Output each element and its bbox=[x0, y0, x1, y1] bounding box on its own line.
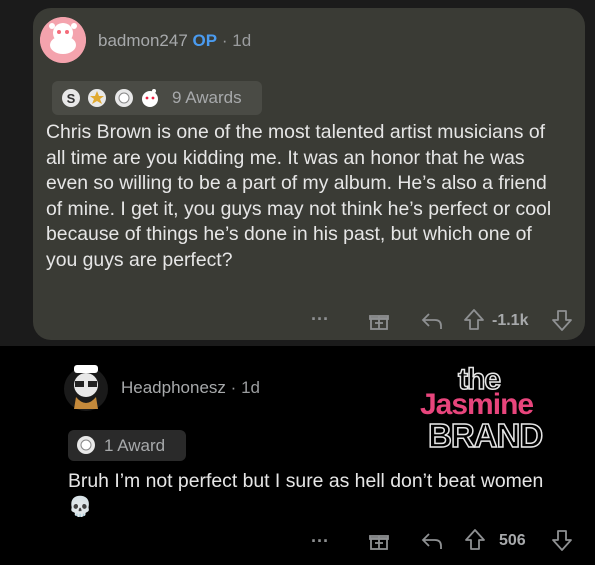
wholesome-award-icon bbox=[115, 89, 133, 107]
downvote-icon[interactable] bbox=[551, 308, 573, 332]
upvote-icon[interactable] bbox=[464, 528, 486, 552]
upvote-icon[interactable] bbox=[463, 308, 485, 332]
reddit-award-icon bbox=[142, 89, 158, 107]
reply-score: 506 bbox=[499, 532, 526, 549]
silver-award-icon: S bbox=[62, 89, 80, 107]
reply-awards-count: 1 Award bbox=[104, 436, 166, 455]
reply-body-text: Bruh I’m not perfect but I sure as hell … bbox=[68, 470, 544, 492]
gift-icon[interactable] bbox=[368, 310, 390, 332]
downvote-icon[interactable] bbox=[551, 528, 573, 552]
watermark-logo: the Jasmine BRAND bbox=[420, 362, 570, 460]
reply-comment-body: Bruh I’m not perfect but I sure as hell … bbox=[68, 468, 568, 520]
reply-username[interactable]: Headphonesz bbox=[121, 378, 226, 397]
reply-username-line: Headphonesz · 1d bbox=[121, 378, 260, 398]
watermark-brand: BRAND bbox=[427, 416, 544, 455]
op-timestamp: 1d bbox=[232, 31, 252, 50]
skull-icon: 💀 bbox=[68, 496, 93, 518]
op-score: -1.1k bbox=[492, 312, 529, 329]
reply-icon[interactable] bbox=[420, 310, 444, 332]
more-options-button[interactable]: ··· bbox=[311, 309, 329, 330]
op-username-line: badmon247 OP · 1d bbox=[98, 31, 251, 51]
op-comment-body: Chris Brown is one of the most talented … bbox=[46, 121, 552, 271]
gold-award-icon bbox=[88, 89, 106, 107]
user-avatar[interactable] bbox=[60, 357, 112, 413]
wholesome-award-icon bbox=[77, 436, 95, 454]
op-awards-pill[interactable]: S 9 Awards bbox=[52, 81, 262, 115]
separator-dot: · bbox=[230, 378, 237, 397]
separator-dot: · bbox=[221, 31, 228, 50]
svg-text:S: S bbox=[67, 91, 76, 106]
reply-timestamp: 1d bbox=[241, 378, 260, 397]
op-awards-count: 9 Awards bbox=[172, 88, 242, 107]
gift-icon[interactable] bbox=[368, 530, 390, 552]
op-username[interactable]: badmon247 bbox=[98, 31, 188, 50]
reply-awards-pill[interactable]: 1 Award bbox=[68, 430, 186, 461]
reply-icon[interactable] bbox=[420, 530, 444, 552]
op-badge: OP bbox=[192, 31, 218, 50]
snoo-avatar[interactable] bbox=[40, 17, 86, 63]
more-options-button[interactable]: ··· bbox=[311, 531, 329, 552]
